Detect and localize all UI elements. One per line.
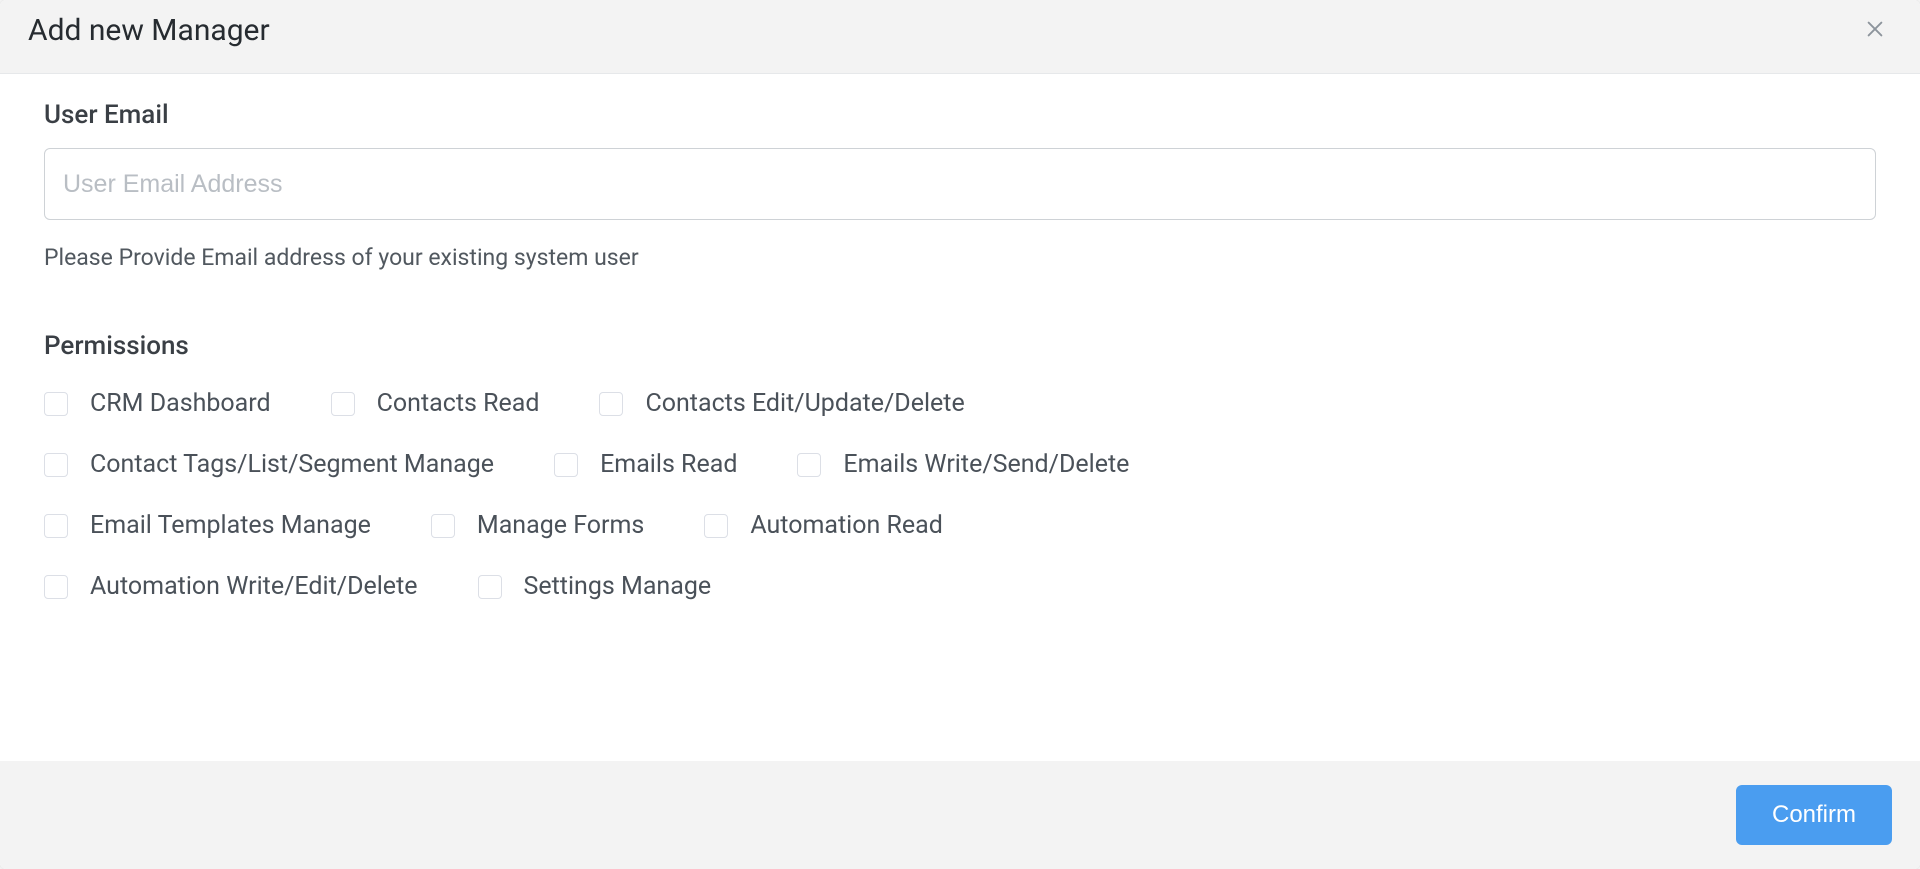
add-manager-dialog: Add new Manager User Email Please Provid… [0,0,1920,869]
checkbox[interactable] [704,514,728,538]
checkbox[interactable] [331,392,355,416]
confirm-button[interactable]: Confirm [1736,785,1892,845]
permission-email-templates-manage[interactable]: Email Templates Manage [44,511,371,540]
permission-label: Contact Tags/List/Segment Manage [90,450,494,479]
dialog-header: Add new Manager [0,0,1920,74]
permission-automation-read[interactable]: Automation Read [704,511,943,540]
permissions-grid: CRM Dashboard Contacts Read Contacts Edit/… [44,389,1876,601]
close-icon [1864,18,1886,43]
dialog-footer: Confirm [0,761,1920,869]
permission-label: Contacts Read [377,389,540,418]
permission-label: Automation Write/Edit/Delete [90,572,418,601]
permissions-row: Automation Write/Edit/Delete Settings Man… [44,572,1876,601]
permission-crm-dashboard[interactable]: CRM Dashboard [44,389,271,418]
permission-label: CRM Dashboard [90,389,271,418]
permission-contact-tags-list-segment-manage[interactable]: Contact Tags/List/Segment Manage [44,450,494,479]
permissions-label: Permissions [44,331,1876,361]
user-email-input[interactable] [44,148,1876,220]
permission-label: Emails Write/Send/Delete [843,450,1129,479]
checkbox[interactable] [431,514,455,538]
checkbox[interactable] [44,392,68,416]
permission-emails-read[interactable]: Emails Read [554,450,737,479]
user-email-label: User Email [44,100,1876,130]
dialog-title: Add new Manager [28,13,270,48]
permission-label: Settings Manage [524,572,712,601]
permission-label: Contacts Edit/Update/Delete [645,389,964,418]
checkbox[interactable] [478,575,502,599]
checkbox[interactable] [599,392,623,416]
permission-label: Email Templates Manage [90,511,371,540]
permission-label: Automation Read [750,511,943,540]
permission-contacts-edit-update-delete[interactable]: Contacts Edit/Update/Delete [599,389,964,418]
permission-settings-manage[interactable]: Settings Manage [478,572,712,601]
close-button[interactable] [1858,12,1892,49]
permissions-row: Contact Tags/List/Segment Manage Emails R… [44,450,1876,479]
checkbox[interactable] [44,575,68,599]
permission-contacts-read[interactable]: Contacts Read [331,389,540,418]
user-email-help: Please Provide Email address of your exi… [44,244,1876,271]
permission-label: Manage Forms [477,511,644,540]
dialog-body: User Email Please Provide Email address … [0,74,1920,761]
checkbox[interactable] [44,514,68,538]
permission-emails-write-send-delete[interactable]: Emails Write/Send/Delete [797,450,1129,479]
permission-manage-forms[interactable]: Manage Forms [431,511,644,540]
permission-label: Emails Read [600,450,737,479]
checkbox[interactable] [797,453,821,477]
permission-automation-write-edit-delete[interactable]: Automation Write/Edit/Delete [44,572,418,601]
permissions-row: Email Templates Manage Manage Forms Automa… [44,511,1876,540]
permissions-row: CRM Dashboard Contacts Read Contacts Edit/… [44,389,1876,418]
checkbox[interactable] [44,453,68,477]
checkbox[interactable] [554,453,578,477]
